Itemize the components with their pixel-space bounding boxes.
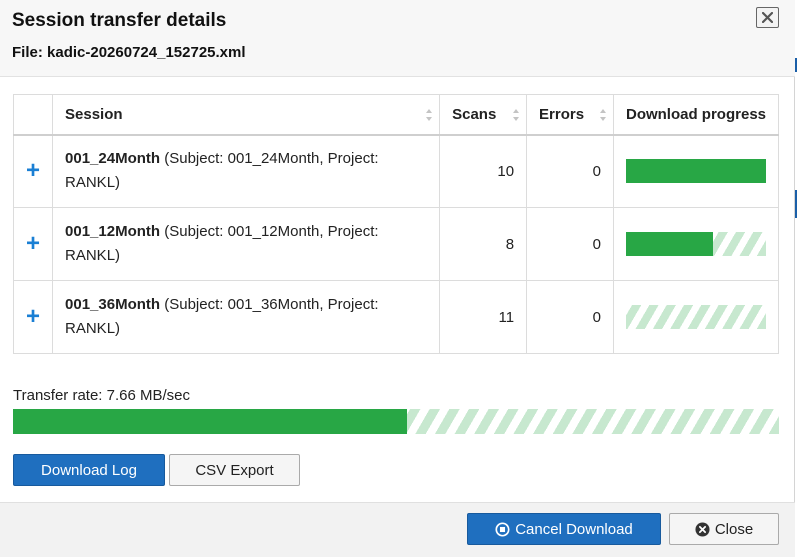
session-progress-bar: [625, 232, 766, 256]
errors-cell: 0: [526, 280, 614, 354]
transfer-rate: Transfer rate: 7.66 MB/sec: [13, 387, 191, 404]
sessions-table: Session Scans Errors Download progress +…: [12, 94, 780, 354]
session-cell: 001_12Month (Subject: 001_12Month, Proje…: [52, 207, 441, 281]
progress-cell: [612, 134, 780, 208]
table-header-row: Session Scans Errors Download progress: [12, 94, 780, 136]
plus-icon[interactable]: +: [26, 232, 40, 256]
file-line: File: kadic-20260724_152725.xml: [12, 44, 246, 61]
table-row: + 001_36Month (Subject: 001_36Month, Pro…: [12, 280, 780, 354]
expand-column-header: [12, 94, 54, 136]
close-button[interactable]: Close: [669, 513, 779, 545]
table-row: + 001_12Month (Subject: 001_12Month, Pro…: [12, 207, 780, 281]
session-header-label: Session: [65, 105, 123, 123]
expand-cell: +: [12, 207, 54, 281]
cancel-download-button[interactable]: Cancel Download: [467, 513, 661, 545]
errors-cell: 0: [526, 207, 614, 281]
progress-header-label: Download progress: [625, 105, 767, 123]
download-log-button[interactable]: Download Log: [13, 454, 165, 486]
times-circle-icon: [695, 521, 710, 537]
expand-cell: +: [12, 134, 54, 208]
scans-header-label: Scans: [452, 105, 497, 123]
scans-column-header[interactable]: Scans: [439, 94, 528, 136]
session-id: 001_24Month: [65, 150, 161, 168]
sort-arrows-icon: [599, 109, 606, 121]
plus-icon[interactable]: +: [26, 159, 40, 183]
session-cell: 001_36Month (Subject: 001_36Month, Proje…: [52, 280, 441, 354]
session-progress-bar: [625, 159, 766, 184]
session-column-header[interactable]: Session: [52, 94, 441, 136]
progress-cell: [612, 280, 780, 354]
close-x-icon: [762, 12, 773, 23]
errors-cell: 0: [526, 134, 614, 208]
sort-arrows-icon: [426, 109, 433, 121]
file-name: kadic-20260724_152725.xml: [47, 44, 246, 61]
scans-cell: 10: [439, 134, 528, 208]
overall-progress-fill: [13, 409, 408, 434]
expand-cell: +: [12, 280, 54, 354]
session-id: 001_36Month: [65, 296, 161, 313]
scans-cell: 8: [439, 207, 528, 281]
plus-icon[interactable]: +: [26, 305, 40, 329]
dialog-header: Session transfer details File: kadic-202…: [0, 0, 795, 77]
dialog-close-button[interactable]: [756, 7, 779, 28]
close-label: Close: [714, 520, 754, 538]
session-cell: 001_24Month (Subject: 001_24Month, Proje…: [52, 134, 441, 208]
session-id: 001_12Month: [65, 223, 161, 240]
sort-arrows-icon: [513, 109, 520, 121]
progress-fill: [625, 159, 766, 184]
dialog-title: Session transfer details: [12, 10, 227, 31]
progress-column-header: Download progress: [612, 94, 780, 136]
session-transfer-dialog: Session transfer details File: kadic-202…: [0, 0, 795, 557]
table-row: + 001_24Month (Subject: 001_24Month, Pro…: [12, 134, 780, 208]
session-progress-bar: [625, 305, 766, 329]
stop-circle-icon: [495, 521, 510, 537]
errors-header-label: Errors: [539, 105, 585, 123]
overall-progress-bar: [13, 409, 779, 434]
cancel-download-label: Cancel Download: [515, 520, 633, 538]
file-label: File:: [12, 44, 43, 61]
scans-cell: 11: [439, 280, 528, 354]
progress-cell: [612, 207, 780, 281]
csv-export-button[interactable]: CSV Export: [169, 454, 300, 486]
progress-fill: [625, 232, 713, 256]
errors-column-header[interactable]: Errors: [526, 94, 614, 136]
